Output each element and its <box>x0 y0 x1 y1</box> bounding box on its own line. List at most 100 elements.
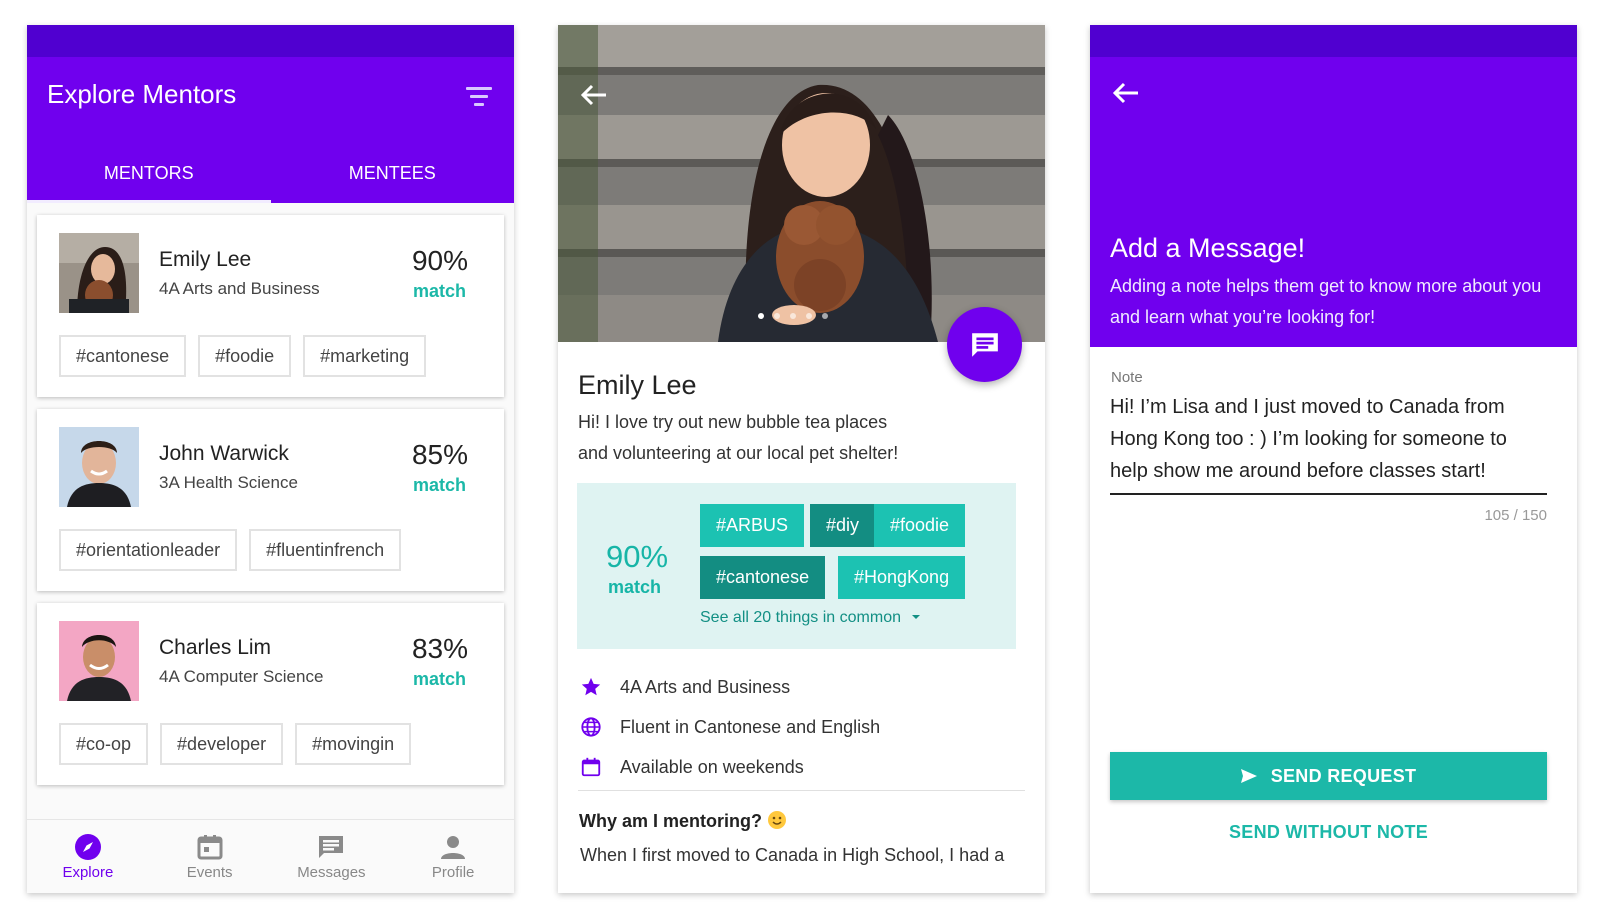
back-arrow-icon[interactable] <box>1112 81 1140 105</box>
profile-bio: Hi! I love try out new bubble tea places… <box>578 407 958 469</box>
mentor-name: Charles Lim <box>159 636 272 659</box>
nav-label: Profile <box>431 864 475 881</box>
app-bar: Explore Mentors MENTORS MENTEES <box>27 57 514 203</box>
message-header: Add a Message! Adding a note helps them … <box>1090 25 1577 347</box>
why-heading-text: Why am I mentoring? <box>579 811 763 831</box>
mentor-card[interactable]: Emily Lee 4A Arts and Business 90% match… <box>37 215 504 397</box>
star-icon <box>578 674 604 700</box>
mentor-card[interactable]: Charles Lim 4A Computer Science 83% matc… <box>37 603 504 785</box>
pager-dot[interactable] <box>822 313 828 319</box>
avatar <box>59 621 139 701</box>
mentor-name: John Warwick <box>159 442 289 465</box>
why-heading: Why am I mentoring? <box>579 811 787 832</box>
fact-row: 4A Arts and Business <box>578 667 880 707</box>
send-without-note-button[interactable]: SEND WITHOUT NOTE <box>1110 822 1547 843</box>
profile-name: Emily Lee <box>578 370 697 400</box>
message-icon <box>971 332 998 357</box>
fact-text: 4A Arts and Business <box>620 676 791 697</box>
fact-row: Available on weekends <box>578 747 880 787</box>
tab-mentees[interactable]: MENTEES <box>271 141 515 203</box>
fact-row: Fluent in Cantonese and English <box>578 707 880 747</box>
calendar-icon <box>578 754 604 780</box>
pager-dot[interactable] <box>774 313 780 319</box>
message-fab[interactable] <box>947 307 1022 382</box>
send-icon <box>1240 769 1257 783</box>
page-title: Add a Message! <box>1110 233 1306 263</box>
match-percent: 83% <box>411 633 468 664</box>
common-chip[interactable]: #foodie <box>874 504 966 547</box>
nav-explore[interactable]: Explore <box>27 820 149 893</box>
see-all-link[interactable]: See all 20 things in common <box>700 609 921 627</box>
match-label: match <box>608 577 662 597</box>
message-icon <box>317 833 345 861</box>
match-label: match <box>412 669 466 689</box>
mentor-card[interactable]: John Warwick 3A Health Science 85% match… <box>37 409 504 591</box>
character-counter: 105 / 150 <box>1484 507 1547 524</box>
calendar-icon <box>196 833 224 861</box>
tag-list: #co-op #developer #movingin <box>59 723 412 765</box>
tag-chip[interactable]: #cantonese <box>59 335 187 377</box>
nav-events[interactable]: Events <box>149 820 271 893</box>
tag-list: #orientationleader #fluentinfrench <box>59 529 402 571</box>
tab-bar: MENTORS MENTEES <box>27 141 514 203</box>
tag-chip[interactable]: #co-op <box>59 723 149 765</box>
note-field[interactable]: Hi! I’m Lisa and I just moved to Canada … <box>1110 391 1550 487</box>
message-screen: Add a Message! Adding a note helps them … <box>1090 25 1577 893</box>
why-text: When I first moved to Canada in High Sch… <box>580 845 1005 865</box>
match-label: match <box>412 475 466 495</box>
tab-mentors[interactable]: MENTORS <box>27 141 271 203</box>
common-interests-panel: 90% match #ARBUS #diy #foodie #cantonese… <box>577 483 1016 649</box>
common-chip[interactable]: #cantonese <box>700 556 826 599</box>
nav-label: Events <box>186 864 233 881</box>
status-bar <box>27 25 514 57</box>
person-icon <box>439 833 467 861</box>
common-chip[interactable]: #ARBUS <box>700 504 805 547</box>
photo-illustration <box>558 25 1045 342</box>
photo-pager <box>758 313 828 319</box>
pager-dot[interactable] <box>790 313 796 319</box>
globe-icon <box>578 714 604 740</box>
status-bar <box>1090 25 1577 57</box>
tag-list: #cantonese #foodie #marketing <box>59 335 427 377</box>
filter-icon[interactable] <box>466 87 492 107</box>
page-subtitle: Adding a note helps them get to know mor… <box>1110 276 1542 327</box>
profile-screen: Emily Lee Hi! I love try out new bubble … <box>558 25 1045 893</box>
tag-chip[interactable]: #foodie <box>198 335 292 377</box>
note-label: Note <box>1111 369 1143 386</box>
avatar <box>59 233 139 313</box>
back-arrow-icon[interactable] <box>580 83 608 107</box>
match-label: match <box>412 281 466 301</box>
page-title: Explore Mentors <box>47 79 237 109</box>
tag-chip[interactable]: #fluentinfrench <box>249 529 402 571</box>
tag-chip[interactable]: #developer <box>160 723 284 765</box>
profile-facts: 4A Arts and Business Fluent in Cantonese… <box>578 667 880 787</box>
divider <box>578 790 1025 791</box>
mentor-list: Emily Lee 4A Arts and Business 90% match… <box>27 203 514 785</box>
see-all-label: See all 20 things in common <box>700 609 901 626</box>
common-chip[interactable]: #HongKong <box>838 556 966 599</box>
fact-text: Fluent in Cantonese and English <box>620 716 881 737</box>
avatar <box>59 427 139 507</box>
smile-emoji-icon <box>768 811 787 829</box>
nav-profile[interactable]: Profile <box>392 820 514 893</box>
nav-label: Messages <box>297 864 366 881</box>
tag-chip[interactable]: #orientationleader <box>59 529 238 571</box>
pager-dot[interactable] <box>806 313 812 319</box>
explore-screen: Explore Mentors MENTORS MENTEES Emily Le <box>27 25 514 893</box>
mentor-program: 3A Health Science <box>159 473 298 492</box>
fact-text: Available on weekends <box>620 756 804 777</box>
pager-dot[interactable] <box>758 313 764 319</box>
tag-chip[interactable]: #marketing <box>303 335 427 377</box>
bio-line: Hi! I love try out new bubble tea places <box>578 412 888 432</box>
compass-icon <box>74 833 102 861</box>
nav-messages[interactable]: Messages <box>271 820 393 893</box>
send-request-button[interactable]: SEND REQUEST <box>1110 752 1547 800</box>
mentor-program: 4A Computer Science <box>159 667 324 686</box>
bio-line: and volunteering at our local pet shelte… <box>578 443 899 463</box>
common-chip[interactable]: #diy <box>810 504 876 547</box>
profile-photo[interactable] <box>558 25 1045 342</box>
match-percent: 90% <box>606 539 669 574</box>
tag-chip[interactable]: #movingin <box>295 723 412 765</box>
send-request-label: SEND REQUEST <box>1270 765 1417 786</box>
mentor-program: 4A Arts and Business <box>159 279 320 298</box>
